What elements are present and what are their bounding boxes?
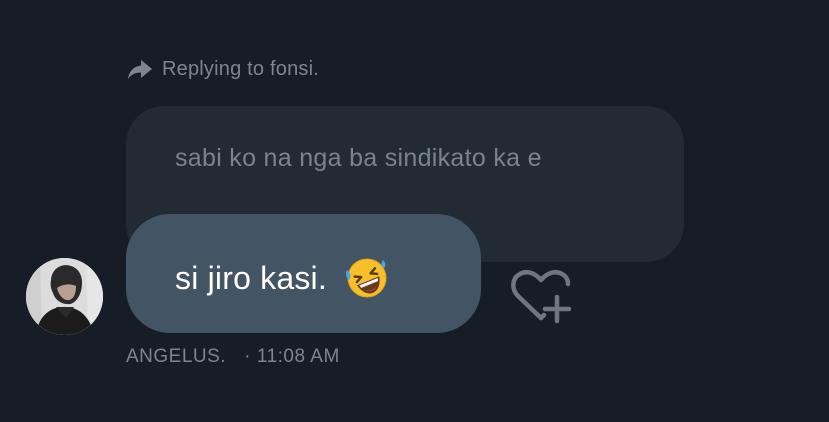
message-bubble[interactable]: si jiro kasi. (126, 214, 481, 333)
add-reaction-button[interactable] (508, 268, 574, 328)
quoted-message-text: sabi ko na nga ba sindikato ka e (175, 144, 542, 172)
message-text: si jiro kasi. (175, 259, 327, 296)
avatar[interactable] (26, 258, 103, 335)
reply-arrow-icon (126, 55, 154, 83)
message-meta: ANGELUS. · 11:08 AM (126, 346, 340, 368)
reply-header: Replying to fonsi. (126, 53, 319, 85)
reply-header-text: Replying to fonsi. (162, 57, 320, 80)
message-timestamp: 11:08 AM (256, 346, 340, 367)
rolling-on-the-floor-laughing-emoji (345, 256, 389, 300)
meta-separator: · (244, 346, 251, 367)
message-content: si jiro kasi. (175, 256, 389, 300)
sender-name[interactable]: ANGELUS. (126, 346, 226, 368)
heart-plus-icon (508, 266, 574, 331)
